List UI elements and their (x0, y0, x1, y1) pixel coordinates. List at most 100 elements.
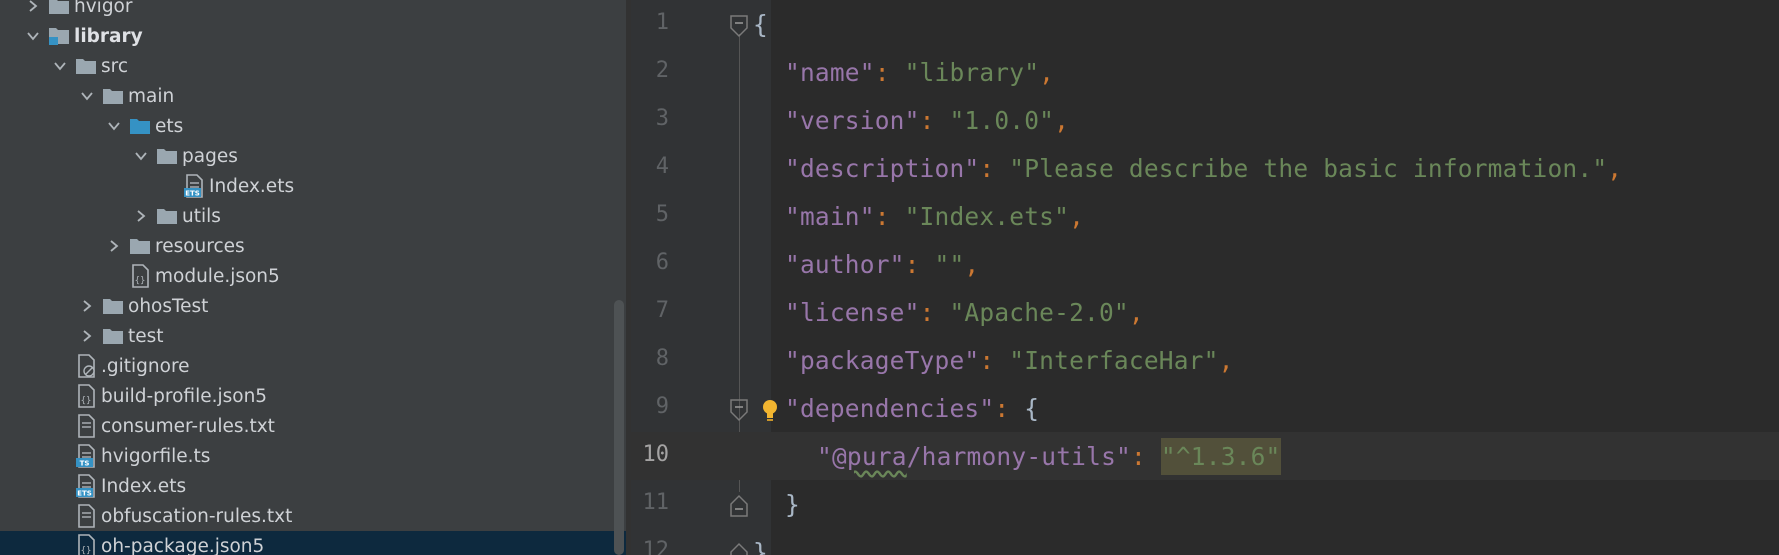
svg-text:ETS: ETS (77, 490, 92, 498)
tree-item-obfuscation-rules-txt[interactable]: obfuscation-rules.txt (0, 501, 626, 531)
line-number: 1 (655, 10, 669, 35)
svg-text:{}: {} (135, 276, 146, 286)
json-key: /harmony-utils" (906, 442, 1131, 471)
json-string: "" (934, 250, 965, 279)
chevron-right-icon[interactable] (133, 201, 149, 231)
json-key: "description" (785, 154, 980, 183)
json-key: "dependencies" (785, 394, 995, 423)
chevron-right-icon[interactable] (79, 291, 95, 321)
tree-item-consumer-rules-txt[interactable]: consumer-rules.txt (0, 411, 626, 441)
code-line-10[interactable]: 10 "@pura/harmony-utils": "^1.3.6" (631, 432, 1779, 480)
tree-item-hvigorfile-ts[interactable]: TS hvigorfile.ts (0, 441, 626, 471)
tree-item-main[interactable]: main (0, 81, 626, 111)
tree-item-index-ets[interactable]: ETS Index.ets (0, 171, 626, 201)
json-key: "@ (817, 442, 847, 471)
chevron-down-icon[interactable] (133, 141, 149, 171)
tree-item-library[interactable]: library (0, 21, 626, 51)
chevron-down-icon[interactable] (52, 51, 68, 81)
tree-item-label: hvigor (74, 0, 133, 17)
fold-open-icon[interactable] (728, 14, 750, 42)
tree-item-label: test (128, 325, 164, 347)
code-line-5[interactable]: 5 "main": "Index.ets", (631, 192, 1779, 240)
json-colon: : (994, 394, 1025, 423)
tree-item-test[interactable]: test (0, 321, 626, 351)
json-string-highlighted: "^1.3.6" (1160, 438, 1281, 475)
typescript-file-icon: TS (74, 444, 98, 468)
tree-item-oh-package-json5[interactable]: {} oh-package.json5 (0, 531, 626, 555)
code-line-7[interactable]: 7 "license": "Apache-2.0", (631, 288, 1779, 336)
line-number: 5 (655, 202, 669, 227)
svg-text:{}: {} (81, 546, 92, 555)
svg-text:ETS: ETS (185, 190, 200, 198)
code-line-4[interactable]: 4 "description": "Please describe the ba… (631, 144, 1779, 192)
json-key: "license" (785, 298, 920, 327)
json-key: "main" (785, 202, 875, 231)
line-number: 9 (655, 394, 669, 419)
tree-item-label: obfuscation-rules.txt (101, 505, 293, 527)
chevron-down-icon[interactable] (79, 81, 95, 111)
tree-item-label: main (128, 85, 175, 107)
tree-item-ohostest[interactable]: ohosTest (0, 291, 626, 321)
json-colon: : (874, 58, 905, 87)
code-line-2[interactable]: 2 "name": "library", (631, 48, 1779, 96)
code-line-6[interactable]: 6 "author": "", (631, 240, 1779, 288)
code-editor[interactable]: 1 { 2 "name": "library", 3 "version": "1… (631, 0, 1779, 555)
tree-item-resources[interactable]: resources (0, 231, 626, 261)
chevron-right-icon[interactable] (106, 231, 122, 261)
chevron-right-icon[interactable] (79, 321, 95, 351)
json-brace: } (785, 490, 800, 519)
code-line-12[interactable]: 12 } (631, 528, 1779, 555)
module-folder-icon (47, 24, 71, 48)
tree-item-src[interactable]: src (0, 51, 626, 81)
fold-close-icon[interactable] (728, 542, 750, 555)
code-line-3[interactable]: 3 "version": "1.0.0", (631, 96, 1779, 144)
line-number: 2 (655, 58, 669, 83)
code-line-8[interactable]: 8 "packageType": "InterfaceHar", (631, 336, 1779, 384)
json-colon: : (1130, 442, 1161, 471)
tree-item-label: ets (155, 115, 184, 137)
code-line-9[interactable]: 9 "dependencies": { (631, 384, 1779, 432)
tree-item-ets[interactable]: ets (0, 111, 626, 141)
json-string: "Apache-2.0" (949, 298, 1129, 327)
json-comma: , (1218, 346, 1234, 375)
line-number: 3 (655, 106, 669, 131)
json-colon: : (904, 250, 935, 279)
tree-item-gitignore[interactable]: .gitignore (0, 351, 626, 381)
tree-item-module-json5[interactable]: {} module.json5 (0, 261, 626, 291)
tree-item-pages[interactable]: pages (0, 141, 626, 171)
line-number: 6 (655, 250, 669, 275)
folder-icon (101, 324, 125, 348)
tree-item-utils[interactable]: utils (0, 201, 626, 231)
folder-icon (101, 294, 125, 318)
tree-item-label: ohosTest (128, 295, 209, 317)
code-line-1[interactable]: 1 { (631, 0, 1779, 48)
tree-item-label: src (101, 55, 129, 77)
json-key: "name" (785, 58, 875, 87)
project-tree-scrollbar[interactable] (614, 300, 624, 555)
json-string: "1.0.0" (949, 106, 1055, 135)
tree-item-build-profile-json5[interactable]: {} build-profile.json5 (0, 381, 626, 411)
json-comma: , (1607, 154, 1623, 183)
tree-item-label: utils (182, 205, 221, 227)
project-tree-panel[interactable]: hvigor library src main ets pages ETS Index.ets… (0, 0, 626, 555)
code-line-11[interactable]: 11 } (631, 480, 1779, 528)
fold-open-icon[interactable] (728, 398, 750, 426)
json-colon: : (979, 154, 1010, 183)
line-number: 12 (642, 538, 670, 555)
line-number: 8 (655, 346, 669, 371)
lightbulb-icon[interactable] (759, 398, 781, 426)
json-string: "Index.ets" (904, 202, 1070, 231)
tree-item-label: resources (155, 235, 245, 257)
chevron-down-icon[interactable] (106, 111, 122, 141)
tree-item-hvigor[interactable]: hvigor (0, 0, 626, 21)
ets-file-icon: ETS (74, 474, 98, 498)
fold-close-icon[interactable] (728, 494, 750, 522)
chevron-right-icon[interactable] (25, 0, 41, 21)
chevron-down-icon[interactable] (25, 21, 41, 51)
tree-item-index-ets[interactable]: ETS Index.ets (0, 471, 626, 501)
svg-text:TS: TS (80, 460, 90, 468)
